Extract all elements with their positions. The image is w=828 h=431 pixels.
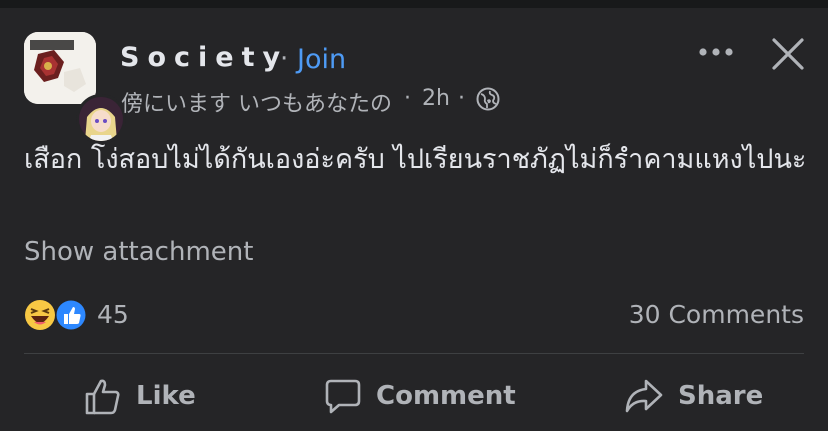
more-options-icon[interactable] bbox=[696, 44, 736, 58]
post-avatars[interactable] bbox=[24, 32, 126, 144]
top-edge-bar bbox=[0, 0, 828, 8]
header-separator: · bbox=[280, 44, 289, 74]
comment-label: Comment bbox=[376, 381, 516, 411]
group-avatar-image bbox=[24, 32, 96, 104]
share-button[interactable]: Share bbox=[624, 374, 763, 418]
comment-button[interactable]: Comment bbox=[324, 374, 516, 418]
comment-bubble-icon bbox=[325, 379, 361, 414]
show-attachment-link[interactable]: Show attachment bbox=[24, 237, 253, 267]
divider bbox=[24, 353, 804, 354]
group-avatar[interactable] bbox=[24, 32, 96, 104]
user-avatar-image bbox=[79, 97, 123, 141]
like-button[interactable]: Like bbox=[84, 374, 196, 418]
post-time[interactable]: 2h bbox=[422, 86, 450, 111]
author-name[interactable]: 傍にいます いつもあなたの bbox=[121, 86, 392, 118]
reaction-count[interactable]: 45 bbox=[97, 300, 129, 329]
thumbs-up-icon bbox=[85, 379, 120, 415]
meta-separator: · bbox=[404, 86, 411, 111]
like-label: Like bbox=[136, 381, 196, 411]
close-icon[interactable] bbox=[770, 36, 806, 72]
user-avatar[interactable] bbox=[76, 94, 126, 144]
group-name[interactable]: Society bbox=[120, 42, 288, 73]
post-text: เสือก โง่สอบไม่ได้กันเองอ่ะครับ ไปเรียนร… bbox=[24, 144, 807, 175]
haha-icon bbox=[25, 300, 55, 330]
join-button[interactable]: Join bbox=[297, 44, 346, 75]
reaction-icons[interactable] bbox=[24, 298, 94, 332]
like-reaction-icon bbox=[55, 299, 87, 331]
share-label: Share bbox=[678, 381, 764, 411]
share-arrow-icon bbox=[625, 379, 663, 413]
comments-count[interactable]: 30 Comments bbox=[629, 300, 804, 329]
globe-icon bbox=[476, 87, 500, 115]
meta-separator-2: · bbox=[458, 86, 465, 111]
